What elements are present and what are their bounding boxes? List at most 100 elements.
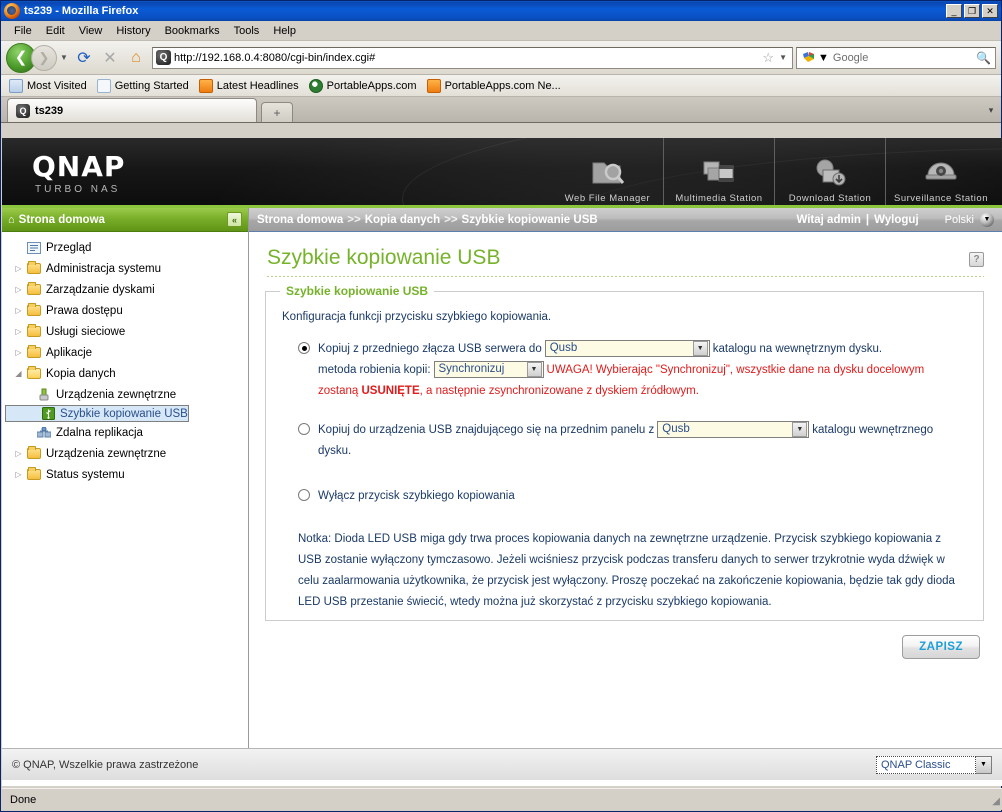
sidebar-item-label: Administracja systemu [46, 262, 162, 275]
bookmark-getting-started[interactable]: Getting Started [95, 78, 195, 94]
select-copy-method[interactable]: Synchronizuj ▼ [433, 361, 544, 379]
chevron-right-icon[interactable]: ▷ [12, 348, 25, 357]
menu-history[interactable]: History [109, 23, 157, 39]
breadcrumb-kopia-danych[interactable]: Kopia danych [365, 214, 440, 226]
bookmark-label: Latest Headlines [216, 79, 299, 92]
option-copy-to-usb[interactable]: Kopiuj do urządzenia USB znajdującego si… [282, 420, 967, 462]
select-target-directory[interactable]: Qusb ▼ [657, 421, 810, 439]
chevron-right-icon[interactable]: ▷ [12, 470, 25, 479]
banner-app-surveillance-station[interactable]: Surveillance Station [885, 138, 996, 205]
banner-app-multimedia-station[interactable]: Multimedia Station [663, 138, 774, 205]
theme-selector[interactable]: QNAP Classic ▼ [876, 755, 992, 774]
resize-grip-icon[interactable]: ◢ [986, 793, 1000, 807]
photos-film-icon [699, 156, 739, 190]
page-title-row: Szybkie kopiowanie USB ? [249, 232, 1002, 270]
option-copy-to-usb-body: Kopiuj do urządzenia USB znajdującego si… [318, 420, 967, 462]
sidebar-item-label: Zarządzanie dyskami [46, 283, 155, 296]
bookmark-most-visited[interactable]: Most Visited [7, 78, 93, 94]
stop-icon[interactable]: ✕ [97, 45, 123, 71]
banner-app-download-station[interactable]: Download Station [774, 138, 885, 205]
sidebar-item-szybkie-kopiowanie-usb[interactable]: Szybkie kopiowanie USB [5, 405, 189, 422]
tab-ts239[interactable]: Q ts239 [7, 98, 257, 122]
sidebar-item-status-systemu[interactable]: ▷ Status systemu [2, 464, 248, 485]
select-source-directory[interactable]: Qusb ▼ [544, 340, 710, 358]
option-text-before: Kopiuj z przedniego złącza USB serwera d… [318, 343, 542, 355]
radio-disable-copy[interactable] [298, 489, 310, 501]
chevron-down-icon[interactable]: ▼ [792, 422, 808, 438]
breadcrumb-right: Witaj admin | Wyloguj Polski ▼ [796, 212, 994, 227]
folder-icon [25, 303, 43, 316]
bookmark-portableapps[interactable]: PortableApps.com [307, 78, 423, 94]
bookmark-latest-headlines[interactable]: Latest Headlines [197, 78, 305, 94]
chevron-down-icon[interactable]: ▼ [57, 53, 71, 62]
sidebar-item-kopia-danych[interactable]: ◢ Kopia danych [2, 363, 248, 384]
folder-icon [25, 345, 43, 358]
search-input[interactable]: Google [829, 52, 976, 64]
home-icon[interactable]: ⌂ [123, 45, 149, 71]
forward-arrow-icon[interactable]: ❯ [31, 44, 57, 71]
status-text: Done [10, 793, 37, 806]
chevron-down-icon[interactable]: ▾ [981, 105, 1001, 122]
magnifier-icon[interactable]: 🔍 [976, 51, 993, 65]
save-button[interactable]: ZAPISZ [902, 635, 980, 659]
menu-help[interactable]: Help [266, 23, 303, 39]
menu-tools[interactable]: Tools [227, 23, 267, 39]
chevron-right-icon[interactable]: ▷ [12, 306, 25, 315]
menu-bookmarks[interactable]: Bookmarks [158, 23, 227, 39]
search-bar[interactable]: ▼ Google 🔍 [796, 46, 996, 69]
sidebar-item-prawa-dostepu[interactable]: ▷ Prawa dostępu [2, 300, 248, 321]
sidebar-item-przeglad[interactable]: Przegląd [2, 237, 248, 258]
panel-intro: Konfiguracja funkcji przycisku szybkiego… [282, 311, 552, 323]
option-disable-copy[interactable]: Wyłącz przycisk szybkiego kopiowania [282, 486, 967, 507]
select-value: Synchronizuj [438, 363, 505, 376]
close-button[interactable]: ✕ [982, 4, 998, 18]
sidebar-item-zdalna-replikacja[interactable]: Zdalna replikacja [2, 422, 248, 443]
menu-file[interactable]: File [7, 23, 39, 39]
chevron-right-icon[interactable]: ▷ [12, 264, 25, 273]
chevron-right-icon[interactable]: ▷ [12, 327, 25, 336]
sidebar-item-aplikacje[interactable]: ▷ Aplikacje [2, 342, 248, 363]
sidebar-item-administracja-systemu[interactable]: ▷ Administracja systemu [2, 258, 248, 279]
option-copy-from-usb[interactable]: Kopiuj z przedniego złącza USB serwera d… [282, 339, 967, 402]
sidebar-item-uslugi-sieciowe[interactable]: ▷ Usługi sieciowe [2, 321, 248, 342]
chevron-down-icon[interactable]: ▼ [692, 341, 708, 357]
radio-copy-from-usb[interactable] [298, 342, 310, 354]
welcome-divider: | [865, 213, 870, 226]
window-title: ts239 - Mozilla Firefox [24, 5, 139, 17]
chevron-down-icon[interactable]: ▼ [776, 53, 790, 62]
qnap-site-icon: Q [16, 103, 30, 118]
menu-view[interactable]: View [72, 23, 110, 39]
chevron-down-icon[interactable]: ▼ [526, 362, 542, 378]
home-icon: ⌂ [8, 213, 15, 226]
chevron-down-icon[interactable]: ◢ [12, 369, 25, 378]
collapse-left-icon[interactable]: « [227, 212, 242, 227]
help-question-icon[interactable]: ? [969, 252, 984, 267]
chevron-right-icon[interactable]: ▷ [12, 449, 25, 458]
breadcrumb-home[interactable]: Strona domowa [257, 214, 343, 226]
address-bar[interactable]: Q http://192.168.0.4:8080/cgi-bin/index.… [152, 46, 793, 69]
logout-link[interactable]: Wyloguj [874, 214, 919, 226]
warning-text-part2: , a następnie zsynchronizowane z dyskiem… [419, 385, 699, 397]
folder-search-icon [588, 156, 628, 190]
sidebar-item-urzadzenia-zewnetrzne[interactable]: ▷ Urządzenia zewnętrzne [2, 443, 248, 464]
chevron-down-icon[interactable]: ▼ [976, 755, 992, 774]
breadcrumb-separator: >> [347, 213, 361, 226]
sidebar-item-label: Aplikacje [46, 346, 93, 359]
chevron-right-icon[interactable]: ▷ [12, 285, 25, 294]
sidebar-item-urzadzenia-zewnetrzne-sub[interactable]: Urządzenia zewnętrzne [2, 384, 248, 405]
minimize-button[interactable]: _ [946, 4, 962, 18]
radio-copy-to-usb[interactable] [298, 423, 310, 435]
new-tab-button[interactable]: + [261, 102, 293, 122]
chevron-down-circle-icon[interactable]: ▼ [980, 212, 994, 227]
banner-app-label: Surveillance Station [894, 193, 988, 204]
banner-app-web-file-manager[interactable]: Web File Manager [552, 138, 663, 205]
star-icon[interactable]: ☆ [760, 50, 776, 66]
theme-value[interactable]: QNAP Classic [876, 755, 976, 774]
reload-icon[interactable]: ⟳ [71, 45, 97, 71]
bookmark-portableapps-news[interactable]: PortableApps.com Ne... [425, 78, 567, 94]
search-engine-chevron-icon[interactable]: ▼ [818, 52, 829, 64]
language-selector[interactable]: Polski [945, 214, 974, 226]
menu-edit[interactable]: Edit [39, 23, 72, 39]
maximize-button[interactable]: ❐ [964, 4, 980, 18]
sidebar-item-zarzadzanie-dyskami[interactable]: ▷ Zarządzanie dyskami [2, 279, 248, 300]
